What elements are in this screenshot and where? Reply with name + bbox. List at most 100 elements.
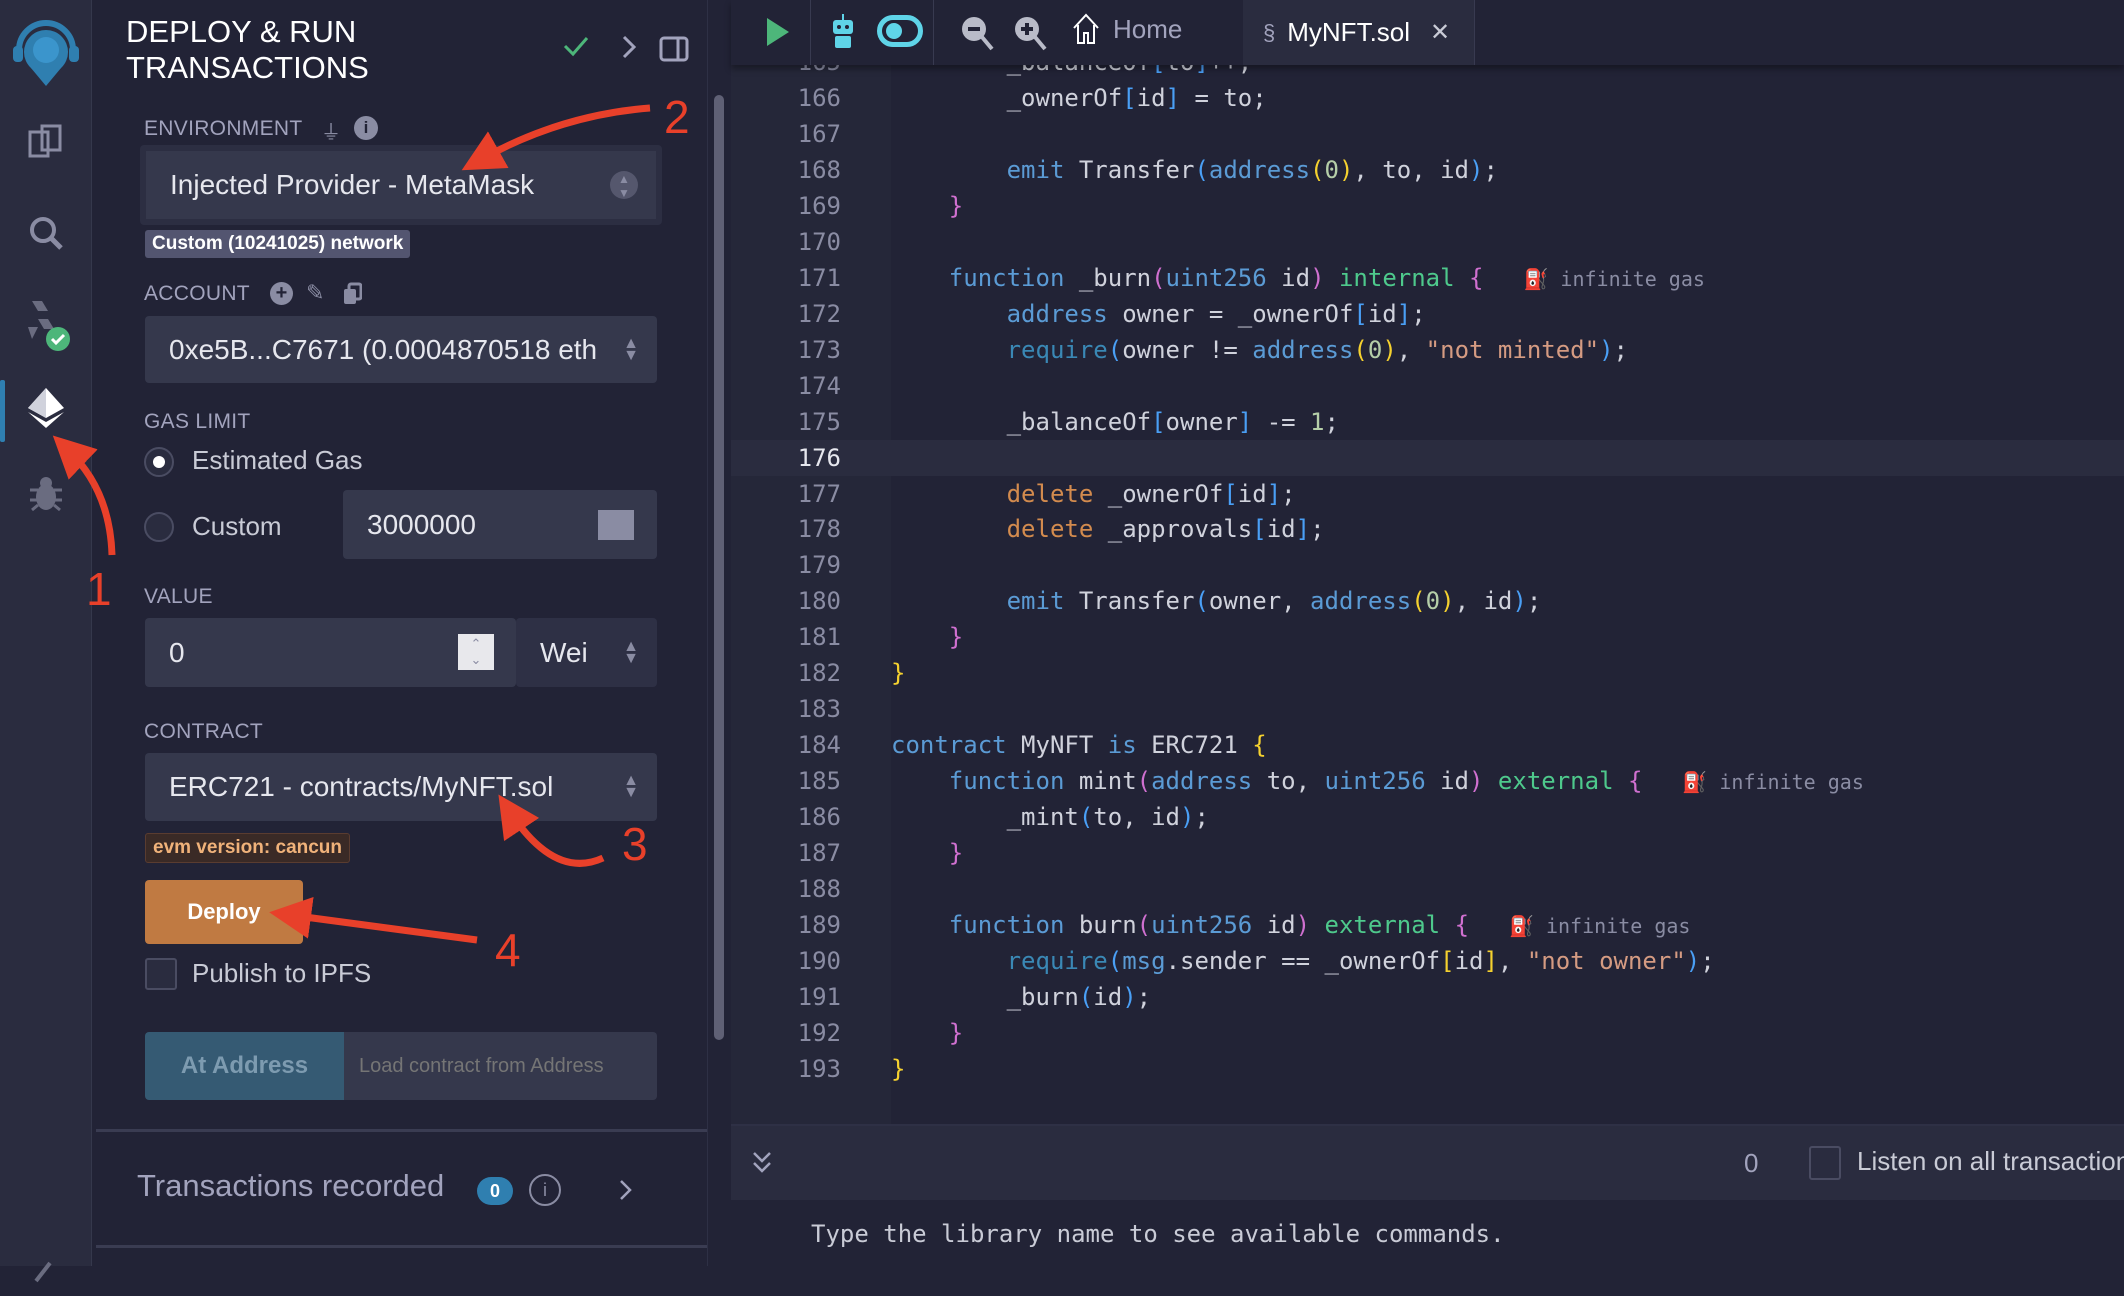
code-token: address [1006, 299, 1108, 328]
chevron-right-icon[interactable] [620, 34, 638, 60]
home-tab[interactable]: Home [1071, 12, 1182, 46]
line-number: 179 [797, 551, 841, 580]
value-stepper-icon[interactable]: ⌃ ⌄ [458, 634, 494, 670]
code-line[interactable]: 178 delete _approvals[id]; [731, 511, 2124, 547]
code-line[interactable]: 181 } [731, 619, 2124, 655]
code-line[interactable]: 171 function _burn(uint256 id) internal … [731, 260, 2124, 296]
code-editor[interactable]: 165 _balanceOf[to]++;166 _ownerOf[id] = … [731, 65, 2124, 1124]
line-number: 166 [797, 83, 841, 112]
estimated-gas-radio[interactable] [144, 447, 174, 477]
code-token: } [891, 659, 906, 688]
panel-scrollbar[interactable] [707, 0, 731, 1266]
panel-toggle-icon[interactable] [659, 36, 689, 62]
code-line[interactable]: 185 function mint(address to, uint256 id… [731, 763, 2124, 799]
code-line[interactable]: 167 [731, 116, 2124, 152]
line-number: 190 [797, 947, 841, 975]
code-token: 0 [1367, 335, 1383, 364]
settings-icon[interactable] [18, 1240, 74, 1296]
publish-ipfs-checkbox[interactable] [145, 958, 177, 990]
chevron-right-icon[interactable] [618, 1178, 634, 1202]
zoom-out-icon[interactable] [959, 14, 995, 52]
code-token: require [1006, 947, 1108, 975]
code-token: ( [1310, 155, 1325, 184]
code-line[interactable]: 192 } [731, 1015, 2124, 1051]
file-explorer-icon[interactable] [18, 114, 74, 170]
code-line[interactable]: 168 emit Transfer(address(0), to, id); [731, 152, 2124, 188]
select-arrows-icon: ▲ ▼ [623, 772, 639, 801]
value-input[interactable]: 0 ⌃ ⌄ [145, 618, 516, 687]
code-line[interactable]: 191 _burn(id); [731, 979, 2124, 1015]
scrollbar-thumb[interactable] [714, 95, 724, 1040]
code-line[interactable]: 184 contract MyNFT is ERC721 { [731, 727, 2124, 763]
code-line[interactable]: 187 } [731, 835, 2124, 871]
account-select[interactable]: 0xe5B...C7671 (0.0004870518 eth ▲ ▼ [145, 316, 657, 383]
custom-gas-radio[interactable] [144, 512, 174, 542]
stepper-icon[interactable] [598, 510, 634, 540]
info-icon[interactable]: i [529, 1174, 561, 1206]
terminal-output[interactable]: Type the library name to see available c… [731, 1200, 2124, 1266]
transactions-recorded-label[interactable]: Transactions recorded [137, 1168, 444, 1204]
zoom-in-icon[interactable] [1012, 14, 1048, 52]
code-line[interactable]: 176 [731, 439, 2124, 476]
copy-icon[interactable] [342, 282, 362, 306]
code-line[interactable]: 188 [731, 871, 2124, 907]
code-line[interactable]: 190 require(msg.sender == _ownerOf[id], … [731, 943, 2124, 979]
run-script-icon[interactable] [765, 16, 791, 48]
listen-all-label: Listen on all transactions [1857, 1146, 2124, 1176]
select-arrows-icon: ▲ ▼ [623, 637, 639, 667]
account-value: 0xe5B...C7671 (0.0004870518 eth [169, 333, 598, 365]
code-line[interactable]: 170 [731, 224, 2124, 260]
code-line[interactable]: 172 address owner = _ownerOf[id]; [731, 296, 2124, 332]
code-line[interactable]: 189 function burn(uint256 id) external {… [731, 907, 2124, 943]
code-line[interactable]: 180 emit Transfer(owner, address(0), id)… [731, 583, 2124, 619]
code-line[interactable]: 186 _mint(to, id); [731, 799, 2124, 835]
close-tab-icon[interactable]: ✕ [1430, 18, 1450, 47]
contract-select[interactable]: ERC721 - contracts/MyNFT.sol ▲ ▼ [145, 753, 657, 821]
code-token: ) [1310, 263, 1325, 292]
code-line[interactable]: 182} [731, 655, 2124, 691]
code-token: ; [1526, 587, 1542, 616]
listen-all-checkbox[interactable] [1809, 1146, 1841, 1180]
edit-icon[interactable]: ✎ [306, 280, 324, 306]
add-account-icon[interactable]: + [270, 282, 293, 305]
deploy-button[interactable]: Deploy [145, 880, 303, 944]
line-number: 181 [797, 623, 841, 652]
debugger-icon[interactable] [18, 466, 74, 522]
code-token: uint256 [1165, 263, 1267, 292]
home-icon [1073, 13, 1099, 44]
code-line[interactable]: 165 _balanceOf[to]++; [731, 65, 2124, 80]
code-token: ; [1613, 335, 1628, 364]
code-token: ( [1353, 335, 1368, 364]
code-line[interactable]: 175 _balanceOf[owner] -= 1; [731, 404, 2124, 440]
tab-mynft-sol[interactable]: § MyNFT.sol ✕ [1243, 0, 1474, 65]
toggle-icon[interactable] [877, 15, 923, 47]
code-line[interactable]: 169 } [731, 188, 2124, 224]
gas-limit-input[interactable]: 3000000 [343, 490, 657, 559]
gas-estimate-hint: ⛽ infinite gas [1509, 914, 1691, 939]
line-number: 167 [797, 119, 841, 148]
at-address-input[interactable] [344, 1032, 657, 1100]
code-line[interactable]: 177 delete _ownerOf[id]; [731, 476, 2124, 512]
collapse-terminal-icon[interactable] [751, 1150, 773, 1176]
deploy-run-icon[interactable] [18, 380, 74, 436]
info-icon[interactable]: i [354, 116, 378, 140]
code-line[interactable]: 173 require(owner != address(0), "not mi… [731, 332, 2124, 368]
at-address-button[interactable]: At Address [145, 1032, 344, 1100]
transactions-count-badge: 0 [477, 1177, 513, 1205]
code-line[interactable]: 174 [731, 368, 2124, 404]
solidity-compiler-icon[interactable] [18, 297, 74, 353]
code-line[interactable]: 166 _ownerOf[id] = to; [731, 80, 2124, 116]
code-line[interactable]: 193} [731, 1051, 2124, 1087]
terminal-message: Type the library name to see available c… [811, 1220, 1505, 1248]
remix-logo-icon[interactable] [10, 16, 82, 88]
search-icon[interactable] [18, 205, 74, 261]
code-text: emit Transfer(owner, address(0), id); [891, 583, 1542, 619]
line-number: 173 [797, 335, 841, 364]
environment-select[interactable]: Injected Provider - MetaMask ▲ ▼ [140, 145, 662, 225]
ai-assistant-icon[interactable] [829, 14, 857, 50]
unit-select[interactable]: Wei ▲ ▼ [516, 618, 657, 687]
code-line[interactable]: 179 [731, 547, 2124, 583]
code-line[interactable]: 183 [731, 691, 2124, 727]
